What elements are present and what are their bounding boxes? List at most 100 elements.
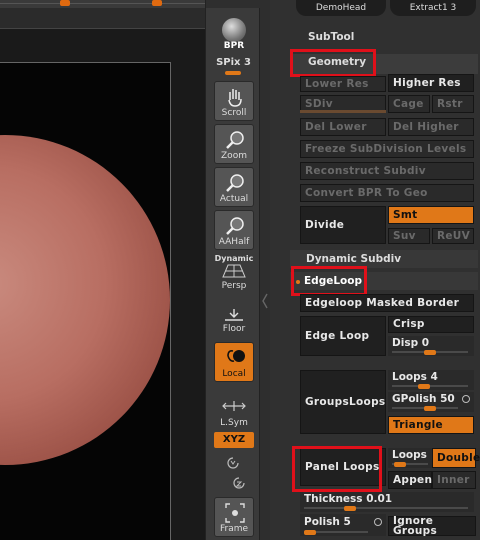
persp-button[interactable]: Dynamic Persp — [214, 253, 254, 293]
loops-knob[interactable] — [418, 384, 430, 389]
bpr-button[interactable]: BPR — [214, 14, 254, 54]
viewport[interactable] — [0, 0, 205, 540]
del-lower-button[interactable]: Del Lower — [300, 118, 386, 136]
append-toggle[interactable]: Append — [388, 471, 440, 489]
edge-loop-button[interactable]: Edge Loop — [300, 316, 386, 356]
thickness-knob[interactable] — [344, 506, 356, 511]
floor-icon — [225, 309, 243, 321]
polish-knob[interactable] — [304, 530, 316, 535]
document-canvas[interactable] — [0, 62, 171, 540]
lsym-arrows-icon — [222, 401, 246, 411]
spix-label: SPix 3 — [216, 57, 251, 68]
convert-bpr-button[interactable]: Convert BPR To Geo — [300, 184, 474, 202]
inner-toggle[interactable]: Inner — [432, 471, 476, 489]
pl-loops-slider[interactable]: Loops — [388, 448, 432, 468]
subtool-demohead[interactable]: DemoHead — [296, 0, 386, 16]
scroll-button[interactable]: Scroll — [214, 81, 254, 121]
sdiv-track — [300, 110, 386, 113]
sphere-mesh[interactable] — [0, 135, 170, 465]
lower-res-button[interactable]: Lower Res — [300, 76, 386, 92]
del-higher-button[interactable]: Del Higher — [388, 118, 474, 136]
spix-slider[interactable] — [225, 71, 241, 75]
floor-button[interactable]: Floor — [214, 296, 254, 336]
crisp-toggle[interactable]: Crisp — [388, 316, 474, 333]
polish-label: Polish 5 — [304, 516, 351, 528]
actual-button[interactable]: Actual — [214, 167, 254, 207]
disp-label: Disp 0 — [392, 337, 430, 349]
lsym-label: L.Sym — [220, 418, 248, 428]
bpr-sphere-icon — [222, 18, 246, 42]
subtool-extract[interactable]: Extract1 3 — [390, 0, 476, 16]
actual-label: Actual — [219, 194, 249, 204]
gpolish-circle-icon[interactable] — [462, 395, 470, 403]
top-slider-knob[interactable] — [60, 0, 70, 6]
loops-track — [392, 385, 468, 387]
aahalf-label: AAHalf — [218, 237, 250, 247]
higher-res-button[interactable]: Higher Res — [388, 74, 474, 92]
hand-icon — [228, 89, 242, 107]
rstr-button[interactable]: Rstr — [432, 95, 474, 113]
thickness-label: Thickness 0.01 — [304, 493, 393, 505]
cage-button[interactable]: Cage — [388, 95, 430, 113]
loops-slider[interactable]: Loops 4 — [388, 370, 474, 390]
magnifier-icon — [226, 131, 244, 149]
extract-label: Extract1 3 — [409, 3, 457, 13]
freeze-subdiv-button[interactable]: Freeze SubDivision Levels — [300, 140, 474, 158]
frame-icon — [225, 503, 245, 523]
divide-button[interactable]: Divide — [300, 206, 386, 244]
gpolish-slider[interactable]: GPolish 50 — [388, 392, 474, 412]
triangle-toggle[interactable]: Triangle — [388, 416, 474, 434]
polish-circle-icon[interactable] — [374, 518, 382, 526]
pl-loops-knob[interactable] — [394, 462, 406, 467]
edgeloop-masked-border-button[interactable]: Edgeloop Masked Border — [300, 294, 474, 312]
thickness-slider[interactable]: Thickness 0.01 — [300, 492, 474, 512]
zoom-button[interactable]: Zoom — [214, 124, 254, 164]
persp-label: Persp — [221, 281, 247, 291]
gpolish-label: GPolish 50 — [392, 393, 455, 405]
frame-button[interactable]: Frame — [214, 497, 254, 537]
smt-toggle[interactable]: Smt — [388, 206, 474, 224]
suv-toggle[interactable]: Suv — [388, 228, 430, 244]
demohead-label: DemoHead — [315, 3, 367, 13]
collapse-arrow-icon[interactable] — [262, 290, 268, 312]
groupsloops-button[interactable]: GroupsLoops — [300, 370, 386, 434]
ignore-groups-button[interactable]: Ignore Groups — [388, 515, 476, 536]
xyz-button[interactable]: XYZ — [214, 432, 254, 448]
rotate-z-icon[interactable] — [232, 475, 246, 489]
panel-divider[interactable] — [260, 0, 270, 540]
rotate-y-icon[interactable] — [226, 455, 240, 469]
loops-label: Loops 4 — [392, 371, 438, 383]
local-icon — [227, 350, 245, 362]
reconstruct-subdiv-button[interactable]: Reconstruct Subdiv — [300, 162, 474, 180]
thickness-track — [304, 507, 468, 509]
top-slider-knob-2[interactable] — [152, 0, 162, 6]
floor-label: Floor — [222, 324, 246, 334]
right-shelf: BPR SPix 3 Scroll Zoom Actual AAHalf Dyn… — [205, 0, 261, 540]
aahalf-button[interactable]: AAHalf — [214, 210, 254, 250]
disp-knob[interactable] — [424, 350, 436, 355]
top-slider-track — [0, 3, 205, 4]
polish-slider[interactable]: Polish 5 — [300, 514, 386, 536]
shelf-top — [206, 0, 261, 8]
bpr-label: BPR — [223, 41, 245, 51]
geometry-header[interactable]: Geometry — [308, 56, 366, 68]
reuv-toggle[interactable]: ReUV — [432, 228, 474, 244]
dynamic-subdiv-header[interactable]: Dynamic Subdiv — [306, 253, 401, 265]
actual-magnifier-icon — [226, 174, 244, 192]
lsym-button[interactable]: L.Sym — [214, 390, 254, 430]
perspective-grid-icon — [222, 264, 246, 278]
tool-panel: DemoHead Extract1 3 SubTool Geometry Low… — [270, 0, 480, 540]
frame-label: Frame — [219, 524, 249, 534]
local-label: Local — [222, 369, 246, 379]
disp-slider[interactable]: Disp 0 — [388, 336, 474, 356]
edgeloop-highlight — [291, 266, 367, 296]
subtool-title[interactable]: SubTool — [308, 31, 354, 43]
aahalf-magnifier-icon — [226, 217, 244, 235]
local-button[interactable]: Local — [214, 342, 254, 382]
top-slider-strip — [0, 0, 205, 8]
gpolish-knob[interactable] — [424, 406, 436, 411]
zoom-label: Zoom — [221, 151, 247, 161]
scroll-label: Scroll — [221, 108, 247, 118]
double-toggle[interactable]: Double — [432, 448, 480, 468]
pl-loops-label: Loops — [392, 449, 427, 461]
